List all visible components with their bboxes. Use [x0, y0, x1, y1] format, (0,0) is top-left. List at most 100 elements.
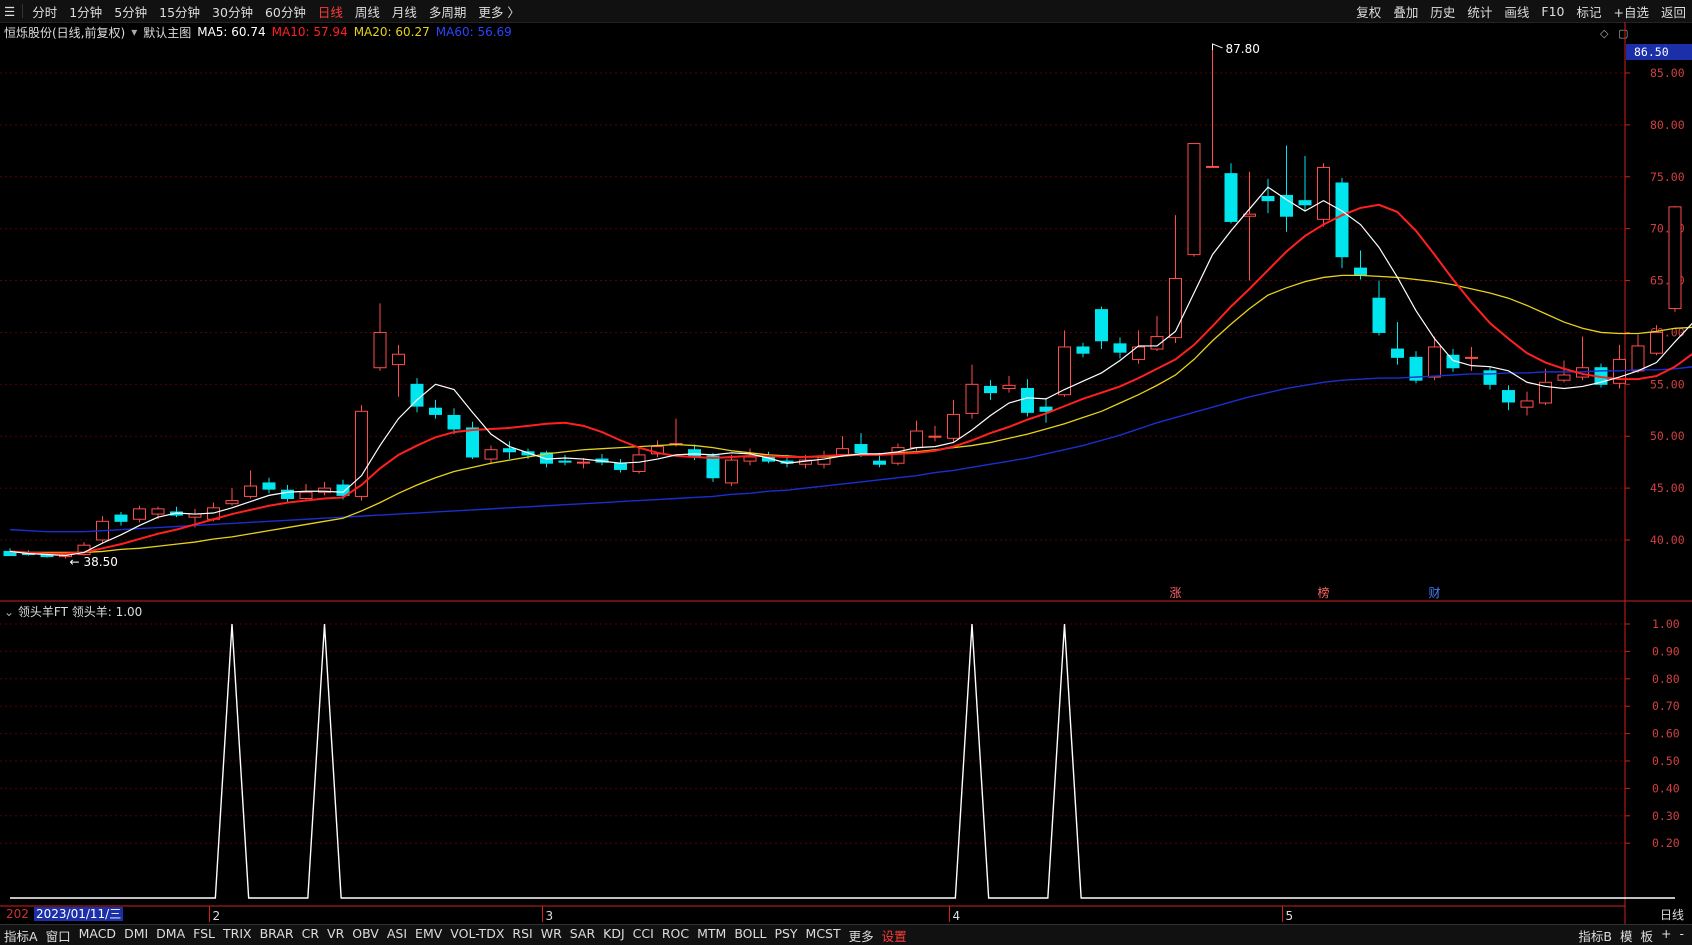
price-tick-label: 50.00 — [1650, 429, 1685, 443]
candle-body — [503, 448, 516, 453]
candle-body — [484, 449, 498, 460]
indicator-tab[interactable]: PSY — [770, 926, 801, 945]
candle-body — [373, 331, 387, 369]
candle-body — [614, 462, 627, 470]
indicator-tab[interactable]: KDJ — [599, 926, 629, 945]
sub-tick-label: 0.60 — [1652, 727, 1680, 741]
candle-body — [1076, 346, 1090, 354]
indicator-tab[interactable]: RSI — [508, 926, 536, 945]
bottom-control[interactable]: 模 — [1616, 926, 1637, 945]
indicator-tab[interactable]: BOLL — [730, 926, 770, 945]
price-tick-label: 80.00 — [1650, 118, 1685, 132]
price-tick-label: 40.00 — [1650, 533, 1685, 547]
candle-body — [1169, 277, 1182, 339]
indicator-tab[interactable]: CR — [298, 926, 323, 945]
candle-body — [1520, 400, 1534, 408]
indicator-tab[interactable]: OBV — [348, 926, 383, 945]
sub-tick-label: 0.40 — [1652, 781, 1680, 795]
indicator-tab[interactable]: DMI — [120, 926, 152, 945]
candle-body — [743, 456, 757, 462]
indicator-tab[interactable]: CCI — [629, 926, 658, 945]
indicator-tab[interactable]: DMA — [152, 926, 189, 945]
candle-body — [1206, 165, 1219, 168]
candle-body — [891, 447, 905, 464]
candle-body — [299, 491, 313, 499]
candle-body — [1391, 348, 1404, 358]
month-label: 3 — [546, 909, 554, 923]
ma20-line — [9, 274, 1692, 554]
candle-body — [1650, 331, 1663, 354]
bottom-control[interactable]: 板 — [1636, 926, 1657, 945]
candle-body — [1465, 356, 1478, 359]
sub-tick-label: 0.50 — [1652, 754, 1680, 768]
candle-body — [1354, 267, 1367, 276]
low-price-label: 38.50 — [84, 555, 118, 569]
event-marker: 财 — [1429, 586, 1441, 600]
candle-body — [706, 455, 720, 479]
period-label[interactable]: 日线 — [1660, 906, 1684, 923]
candle-body — [632, 454, 646, 473]
bottom-control[interactable]: + — [1657, 926, 1675, 945]
kline-chart[interactable]: 85.0080.0075.0070.0065.0060.0055.0050.00… — [0, 0, 1692, 924]
current-price-label: 86.50 — [1634, 45, 1669, 59]
candle-body — [910, 430, 923, 449]
ma10-line — [9, 203, 1692, 555]
candle-body — [873, 460, 886, 465]
high-price-label: 87.80 — [1226, 42, 1260, 56]
candle-body — [1261, 195, 1275, 202]
indicator-tab[interactable]: ROC — [658, 926, 693, 945]
indicator-tab[interactable]: VOL-TDX — [446, 926, 508, 945]
indicator-tab[interactable]: FSL — [189, 926, 219, 945]
indicator-tab[interactable]: MTM — [693, 926, 730, 945]
indicator-tab[interactable]: EMV — [411, 926, 446, 945]
candle-body — [854, 444, 868, 454]
candle-body — [984, 385, 997, 394]
indicator-tab[interactable]: ASI — [383, 926, 411, 945]
candle-body — [133, 508, 146, 520]
indicator-tab[interactable]: 设置 — [878, 926, 911, 945]
sub-tick-label: 0.90 — [1652, 644, 1680, 658]
candle-body — [1668, 206, 1682, 310]
indicator-tab[interactable]: WR — [537, 926, 566, 945]
event-marker: 榜 — [1318, 585, 1330, 600]
chevron-icon[interactable]: ⌄ — [4, 605, 14, 619]
indicator-tab[interactable]: TRIX — [219, 926, 256, 945]
bottom-control[interactable]: - — [1675, 926, 1688, 945]
indicator-tab[interactable]: VR — [323, 926, 348, 945]
candle-body — [355, 410, 368, 497]
price-tick-label: 45.00 — [1650, 481, 1685, 495]
indicator-tab[interactable]: 窗口 — [42, 926, 75, 945]
candle-body — [577, 461, 590, 464]
candle-body — [1187, 143, 1201, 256]
candle-body — [1483, 370, 1497, 385]
month-label: 2 — [213, 909, 221, 923]
candle-body — [1372, 297, 1386, 333]
indicator-tab[interactable]: 更多 — [845, 926, 878, 945]
date-prefix: 202 — [6, 907, 29, 921]
low-arrow-icon: ← — [70, 555, 80, 569]
candle-body — [928, 435, 942, 438]
indicator-tab[interactable]: SAR — [566, 926, 599, 945]
indicator-tab[interactable]: 指标A — [0, 926, 42, 945]
indicator-tab[interactable]: MCST — [802, 926, 845, 945]
indicator-tab[interactable]: MACD — [75, 926, 120, 945]
candle-body — [447, 414, 461, 430]
candle-body — [114, 514, 128, 522]
indicator-tabs-bar: 指标A 窗口 MACD DMI DMA FSL TRIX BRAR CR VR OBV ASI EMV V… — [0, 924, 1692, 945]
candle-body — [688, 449, 701, 457]
candle-body — [1095, 309, 1108, 342]
month-label: 4 — [953, 909, 961, 923]
candle-body — [725, 459, 738, 484]
event-marker: 涨 — [1170, 585, 1182, 600]
candle-body — [558, 460, 572, 463]
bottom-control[interactable]: 指标B — [1574, 926, 1616, 945]
indicator-tab[interactable]: BRAR — [256, 926, 298, 945]
bottom-right-controls: 指标B 模板 + - — [1574, 926, 1688, 945]
candle-body — [410, 383, 424, 407]
sub-tick-label: 1.00 — [1652, 617, 1680, 631]
sub-indicator-label: ⌄ 领头羊FT 领头羊: 1.00 — [4, 603, 142, 620]
candles-group — [3, 43, 1682, 559]
candle-body — [947, 413, 960, 439]
price-tick-label: 85.00 — [1650, 66, 1685, 80]
candle-body — [466, 427, 479, 458]
